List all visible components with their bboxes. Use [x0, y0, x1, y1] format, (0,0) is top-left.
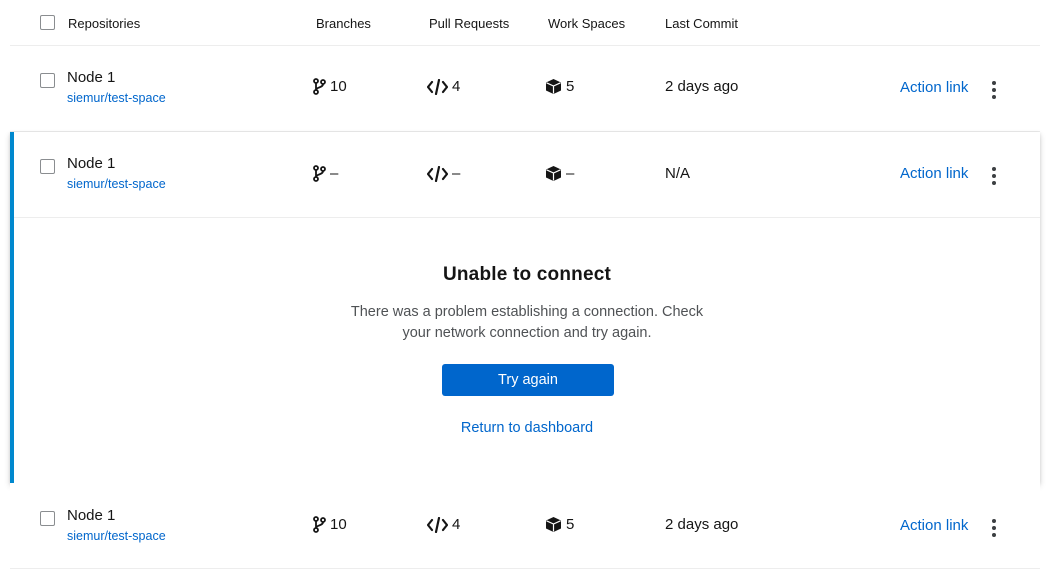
work-spaces-value: – — [566, 165, 575, 182]
code-icon — [427, 516, 448, 533]
code-branch-icon — [313, 516, 326, 533]
pull-requests-value: – — [452, 165, 461, 182]
pull-requests-count: – — [427, 165, 460, 182]
node-name: Node 1 — [67, 155, 116, 172]
return-to-dashboard-link: Return to dashboard — [14, 420, 1040, 436]
last-commit: 2 days ago — [665, 516, 739, 533]
repository-link[interactable]: siemur/test-space — [67, 529, 166, 543]
branches-value: 10 — [330, 78, 347, 95]
row-checkbox[interactable] — [40, 511, 55, 526]
work-spaces-value: 5 — [566, 516, 575, 533]
header-branches: Branches — [316, 16, 371, 31]
branches-value: – — [330, 165, 339, 182]
row-checkbox[interactable] — [40, 73, 55, 88]
row-checkbox[interactable] — [40, 159, 55, 174]
cube-icon — [545, 78, 562, 95]
work-spaces-count: 5 — [545, 516, 574, 533]
table-row: Node 1 siemur/test-space 10 4 5 2 days a… — [10, 483, 1040, 569]
action-link[interactable]: Action link — [900, 165, 968, 182]
header-last-commit: Last Commit — [665, 16, 738, 31]
table-row: Node 1 siemur/test-space – – – N/A Actio… — [14, 132, 1040, 218]
last-commit: N/A — [665, 165, 691, 182]
pull-requests-count: 4 — [427, 516, 460, 533]
try-again-button[interactable]: Try again — [442, 364, 614, 396]
list-header: Repositories Branches Pull Requests Work… — [10, 0, 1040, 46]
branches-count: 10 — [313, 78, 347, 95]
cube-icon — [545, 516, 562, 533]
header-pull-requests: Pull Requests — [429, 16, 510, 31]
empty-state-title: Unable to connect — [442, 264, 612, 285]
empty-state-body: There was a problem establishing a conne… — [350, 304, 704, 341]
work-spaces-count: 5 — [545, 78, 574, 95]
pull-requests-value: 4 — [452, 78, 461, 95]
code-branch-icon — [313, 78, 326, 95]
cube-icon — [545, 165, 562, 182]
branches-count: 10 — [313, 516, 347, 533]
work-spaces-count: – — [545, 165, 574, 182]
work-spaces-value: 5 — [566, 78, 575, 95]
table-row: Node 1 siemur/test-space 10 4 5 2 days a… — [10, 46, 1040, 132]
last-commit: 2 days ago — [665, 78, 739, 95]
kebab-menu-icon[interactable] — [989, 167, 999, 185]
code-branch-icon — [313, 165, 326, 182]
kebab-menu-icon[interactable] — [989, 519, 999, 537]
action-link[interactable]: Action link — [900, 517, 968, 534]
branches-count: – — [313, 165, 338, 182]
repository-link[interactable]: siemur/test-space — [67, 177, 166, 191]
code-icon — [427, 78, 448, 95]
return-to-dashboard-label[interactable]: Return to dashboard — [461, 420, 593, 436]
repository-link[interactable]: siemur/test-space — [67, 91, 166, 105]
expanded-row-group: Node 1 siemur/test-space – – – N/A Actio… — [10, 132, 1040, 483]
kebab-menu-icon[interactable] — [989, 81, 999, 99]
repository-data-list: Repositories Branches Pull Requests Work… — [10, 0, 1040, 569]
select-all-checkbox[interactable] — [40, 15, 55, 30]
connection-error-empty-state: Unable to connect There was a problem es… — [14, 218, 1040, 483]
header-repositories: Repositories — [68, 16, 141, 31]
node-name: Node 1 — [67, 507, 116, 524]
pull-requests-count: 4 — [427, 78, 460, 95]
node-name: Node 1 — [67, 69, 116, 86]
branches-value: 10 — [330, 516, 347, 533]
action-link[interactable]: Action link — [900, 79, 968, 96]
code-icon — [427, 165, 448, 182]
pull-requests-value: 4 — [452, 516, 461, 533]
header-work-spaces: Work Spaces — [548, 16, 626, 31]
